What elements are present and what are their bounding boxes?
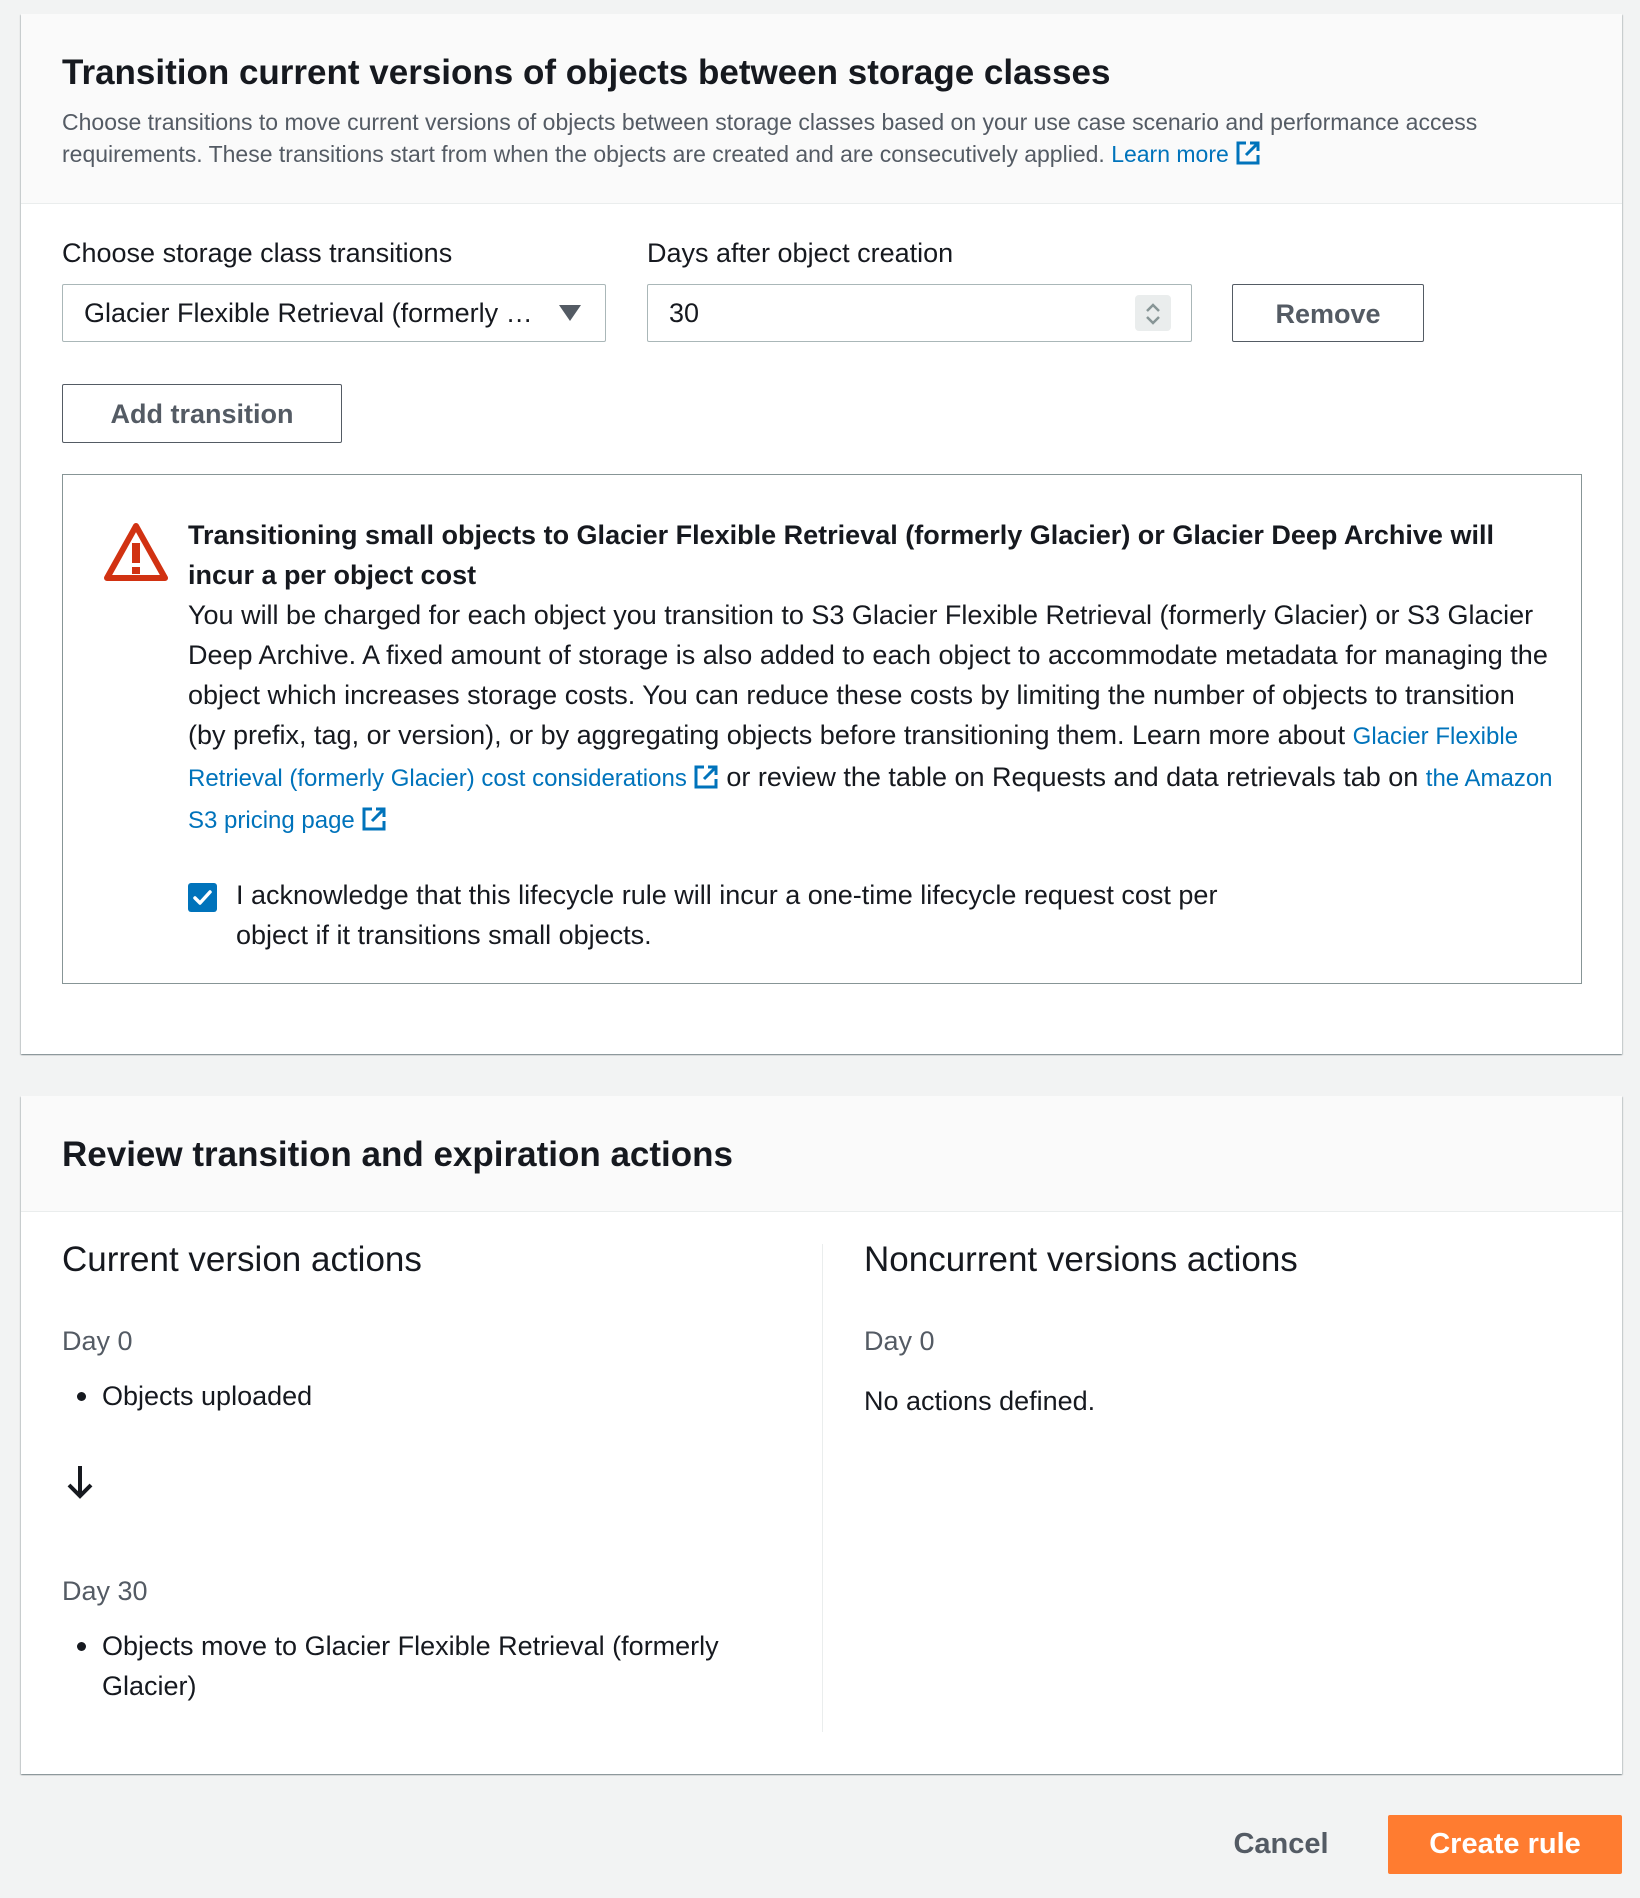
bullet-icon	[77, 1392, 86, 1401]
current-day0-label: Day 0	[62, 1326, 133, 1356]
days-value: 30	[669, 298, 700, 328]
transition-panel: Transition current versions of objects b…	[21, 14, 1622, 1054]
warning-middle-text: or review the table on Requests and data…	[726, 762, 1419, 792]
transition-panel-header: Transition current versions of objects b…	[21, 14, 1622, 204]
remove-button[interactable]: Remove	[1232, 284, 1424, 342]
current-day0-item: Objects uploaded	[102, 1381, 313, 1411]
checkmark-icon	[193, 890, 212, 905]
learn-more-prefix: Learn more about	[1132, 720, 1346, 750]
stepper-icon[interactable]	[1135, 295, 1171, 331]
warning-content: Transitioning small objects to Glacier F…	[188, 515, 1558, 841]
column-divider	[822, 1244, 823, 1732]
noncurrent-actions-heading: Noncurrent versions actions	[864, 1240, 1298, 1279]
storage-class-value: Glacier Flexible Retrieval (formerly Gla…	[84, 298, 552, 328]
acknowledge-text: I acknowledge that this lifecycle rule w…	[236, 880, 1218, 950]
review-panel-header: Review transition and expiration actions	[21, 1096, 1622, 1212]
transition-panel-title: Transition current versions of objects b…	[62, 53, 1111, 92]
external-link-icon	[362, 807, 386, 831]
noncurrent-empty-text: No actions defined.	[864, 1386, 1096, 1416]
warning-icon	[104, 523, 168, 581]
current-day30-item: Objects move to Glacier Flexible Retriev…	[102, 1631, 719, 1701]
warning-body: You will be charged for each object you …	[188, 595, 1558, 841]
noncurrent-day0-label: Day 0	[864, 1326, 935, 1356]
external-link-icon	[1236, 141, 1260, 165]
storage-class-label: Choose storage class transitions	[62, 238, 453, 268]
days-input[interactable]: 30	[647, 284, 1192, 342]
current-day30-label: Day 30	[62, 1576, 148, 1606]
warning-title: Transitioning small objects to Glacier F…	[188, 520, 1494, 590]
transition-description-text: Choose transitions to move current versi…	[62, 109, 1478, 167]
days-label: Days after object creation	[647, 238, 954, 268]
review-panel-title: Review transition and expiration actions	[62, 1135, 733, 1174]
cancel-button[interactable]: Cancel	[1216, 1815, 1346, 1873]
acknowledge-checkbox[interactable]	[188, 883, 217, 912]
learn-more-label: Learn more	[1111, 141, 1229, 167]
storage-class-select[interactable]: Glacier Flexible Retrieval (formerly Gla…	[62, 284, 606, 342]
learn-more-link[interactable]: Learn more	[1111, 141, 1261, 167]
transition-panel-description: Choose transitions to move current versi…	[62, 106, 1581, 170]
list-item: Objects move to Glacier Flexible Retriev…	[62, 1626, 802, 1706]
add-transition-button[interactable]: Add transition	[62, 384, 342, 443]
bullet-icon	[77, 1642, 86, 1651]
review-panel: Review transition and expiration actions…	[21, 1096, 1622, 1774]
external-link-icon	[694, 765, 718, 789]
small-objects-warning: Transitioning small objects to Glacier F…	[62, 474, 1582, 984]
create-rule-button[interactable]: Create rule	[1388, 1815, 1622, 1874]
current-actions-heading: Current version actions	[62, 1240, 422, 1279]
caret-down-icon	[559, 305, 581, 321]
list-item: Objects uploaded	[62, 1376, 802, 1416]
arrow-down-icon	[67, 1466, 93, 1499]
